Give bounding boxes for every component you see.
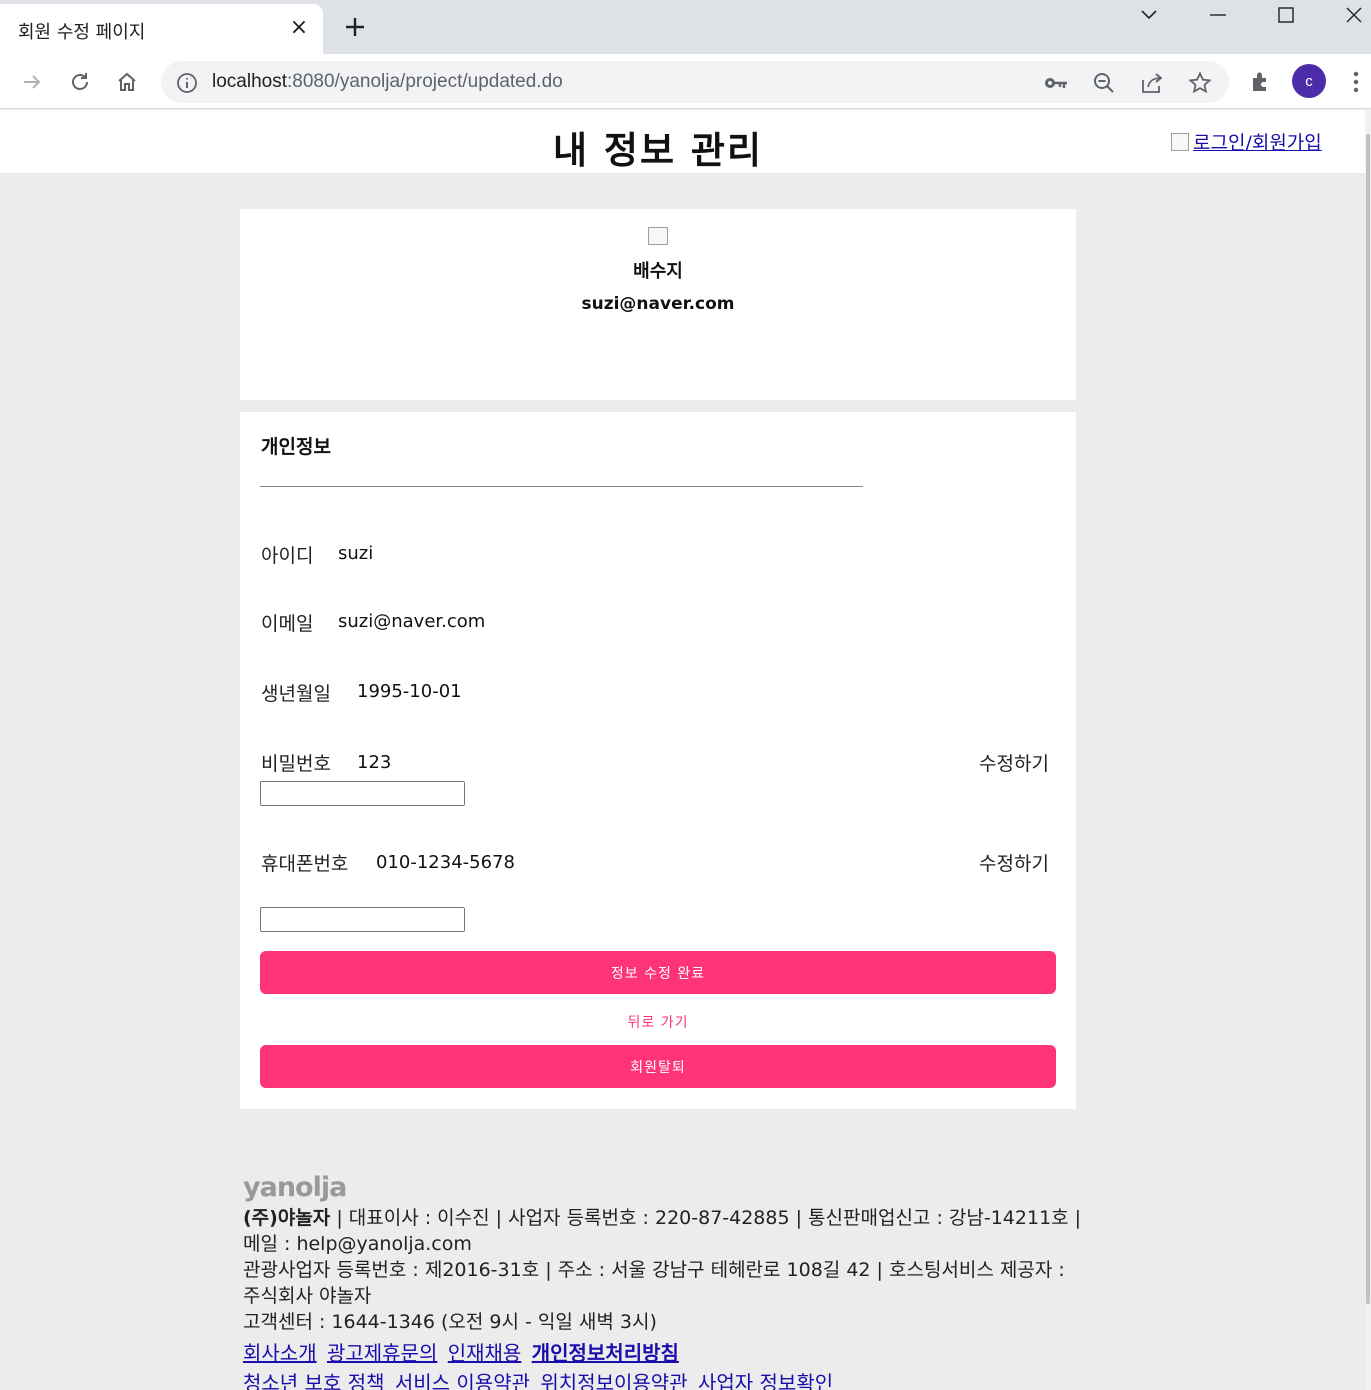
footer-link-ad-inquiry[interactable]: 광고제휴문의 bbox=[327, 1341, 437, 1365]
password-label: 비밀번호 bbox=[261, 753, 331, 775]
footer-company-info: (주)야놀자 | 대표이사 : 이수진 | 사업자 등록번호 : 220-87-… bbox=[243, 1205, 1083, 1335]
customer-center: 고객센터 : 1644-1346 (오전 9시 - 익일 새벽 3시) bbox=[243, 1311, 657, 1333]
tab-search-icon[interactable] bbox=[1119, 0, 1179, 30]
footer: yanolja (주)야놀자 | 대표이사 : 이수진 | 사업자 등록번호 :… bbox=[243, 1172, 1083, 1390]
login-signup-label: 로그인/회원가입 bbox=[1193, 132, 1322, 154]
back-link[interactable]: 뒤로 가기 bbox=[240, 1012, 1076, 1032]
email-label: 이메일 bbox=[261, 613, 314, 635]
password-input[interactable] bbox=[260, 781, 465, 806]
personal-info-card: 개인정보 아이디 suzi 이메일 suzi@naver.com 생년월일 19… bbox=[240, 412, 1076, 1109]
id-label: 아이디 bbox=[261, 545, 314, 567]
id-value: suzi bbox=[338, 543, 374, 564]
browser-tab-bar: 회원 수정 페이지 × bbox=[0, 0, 1371, 54]
withdraw-button[interactable]: 회원탈퇴 bbox=[260, 1045, 1056, 1088]
submit-update-button[interactable]: 정보 수정 완료 bbox=[260, 951, 1056, 994]
zoom-out-icon[interactable] bbox=[1091, 70, 1117, 96]
section-title: 개인정보 bbox=[261, 436, 331, 458]
footer-link-youth-policy[interactable]: 청소년 보호 정책 bbox=[243, 1371, 385, 1390]
footer-link-about[interactable]: 회사소개 bbox=[243, 1341, 317, 1365]
page-header: 내 정보 관리 로그인/회원가입 bbox=[0, 110, 1365, 173]
footer-link-location-terms[interactable]: 위치정보이용약관 bbox=[540, 1371, 687, 1390]
profile-card: 배수지 suzi@naver.com bbox=[240, 209, 1076, 400]
reload-icon[interactable] bbox=[65, 67, 95, 97]
profile-name: 배수지 bbox=[633, 261, 683, 282]
maximize-icon[interactable] bbox=[1256, 0, 1316, 30]
phone-input[interactable] bbox=[260, 907, 465, 932]
footer-link-careers[interactable]: 인재채용 bbox=[448, 1341, 522, 1365]
bookmark-star-icon[interactable] bbox=[1187, 70, 1213, 96]
birthdate-value: 1995-10-01 bbox=[357, 681, 462, 702]
minimize-icon[interactable] bbox=[1188, 0, 1248, 30]
company-name: (주)야놀자 bbox=[243, 1207, 331, 1229]
edit-password-link[interactable]: 수정하기 bbox=[979, 749, 1049, 776]
page-scrollbar[interactable] bbox=[1365, 110, 1371, 1390]
birthdate-label: 생년월일 bbox=[261, 683, 331, 705]
profile-avatar[interactable]: c bbox=[1292, 64, 1326, 98]
tab-title: 회원 수정 페이지 bbox=[18, 22, 146, 43]
home-icon[interactable] bbox=[112, 67, 142, 97]
site-info-icon[interactable] bbox=[175, 71, 199, 95]
footer-link-business-info[interactable]: 사업자 정보확인 bbox=[698, 1371, 833, 1390]
section-divider bbox=[260, 486, 863, 487]
password-value: 123 bbox=[357, 752, 392, 773]
footer-logo: yanolja bbox=[243, 1172, 347, 1203]
browser-toolbar: localhost:8080/yanolja/project/updated.d… bbox=[0, 54, 1371, 109]
phone-label: 휴대폰번호 bbox=[261, 853, 349, 875]
key-icon[interactable] bbox=[1043, 70, 1069, 96]
scrollbar-thumb[interactable] bbox=[1366, 134, 1370, 1304]
footer-link-terms[interactable]: 서비스 이용약관 bbox=[395, 1371, 530, 1390]
email-value: suzi@naver.com bbox=[338, 611, 486, 632]
business-registration: 관광사업자 등록번호 : 제2016-31호 | 주소 : 서울 강남구 테헤란… bbox=[243, 1259, 1065, 1307]
edit-phone-link[interactable]: 수정하기 bbox=[979, 849, 1049, 876]
menu-kebab-icon[interactable] bbox=[1344, 67, 1368, 97]
broken-image-icon bbox=[1171, 133, 1189, 151]
page-title: 내 정보 관리 bbox=[553, 129, 763, 172]
close-tab-icon[interactable]: × bbox=[289, 17, 309, 39]
address-bar[interactable]: localhost:8080/yanolja/project/updated.d… bbox=[161, 61, 1229, 103]
share-icon[interactable] bbox=[1139, 70, 1165, 96]
footer-links: 회사소개 광고제휴문의 인재채용 개인정보처리방침 청소년 보호 정책 서비스 … bbox=[243, 1338, 1083, 1390]
footer-link-privacy[interactable]: 개인정보처리방침 bbox=[532, 1341, 679, 1365]
company-details: | 대표이사 : 이수진 | 사업자 등록번호 : 220-87-42885 |… bbox=[243, 1207, 1082, 1255]
url-text: localhost:8080/yanolja/project/updated.d… bbox=[212, 71, 563, 92]
profile-email: suzi@naver.com bbox=[581, 294, 735, 314]
window-close-icon[interactable] bbox=[1324, 0, 1371, 30]
new-tab-icon[interactable] bbox=[343, 15, 367, 39]
forward-arrow-icon[interactable] bbox=[17, 67, 47, 97]
browser-tab[interactable]: 회원 수정 페이지 × bbox=[0, 4, 323, 54]
profile-image bbox=[648, 227, 668, 245]
phone-value: 010-1234-5678 bbox=[376, 852, 515, 873]
extensions-puzzle-icon[interactable] bbox=[1246, 67, 1276, 97]
login-signup-link[interactable]: 로그인/회원가입 bbox=[1171, 128, 1322, 155]
